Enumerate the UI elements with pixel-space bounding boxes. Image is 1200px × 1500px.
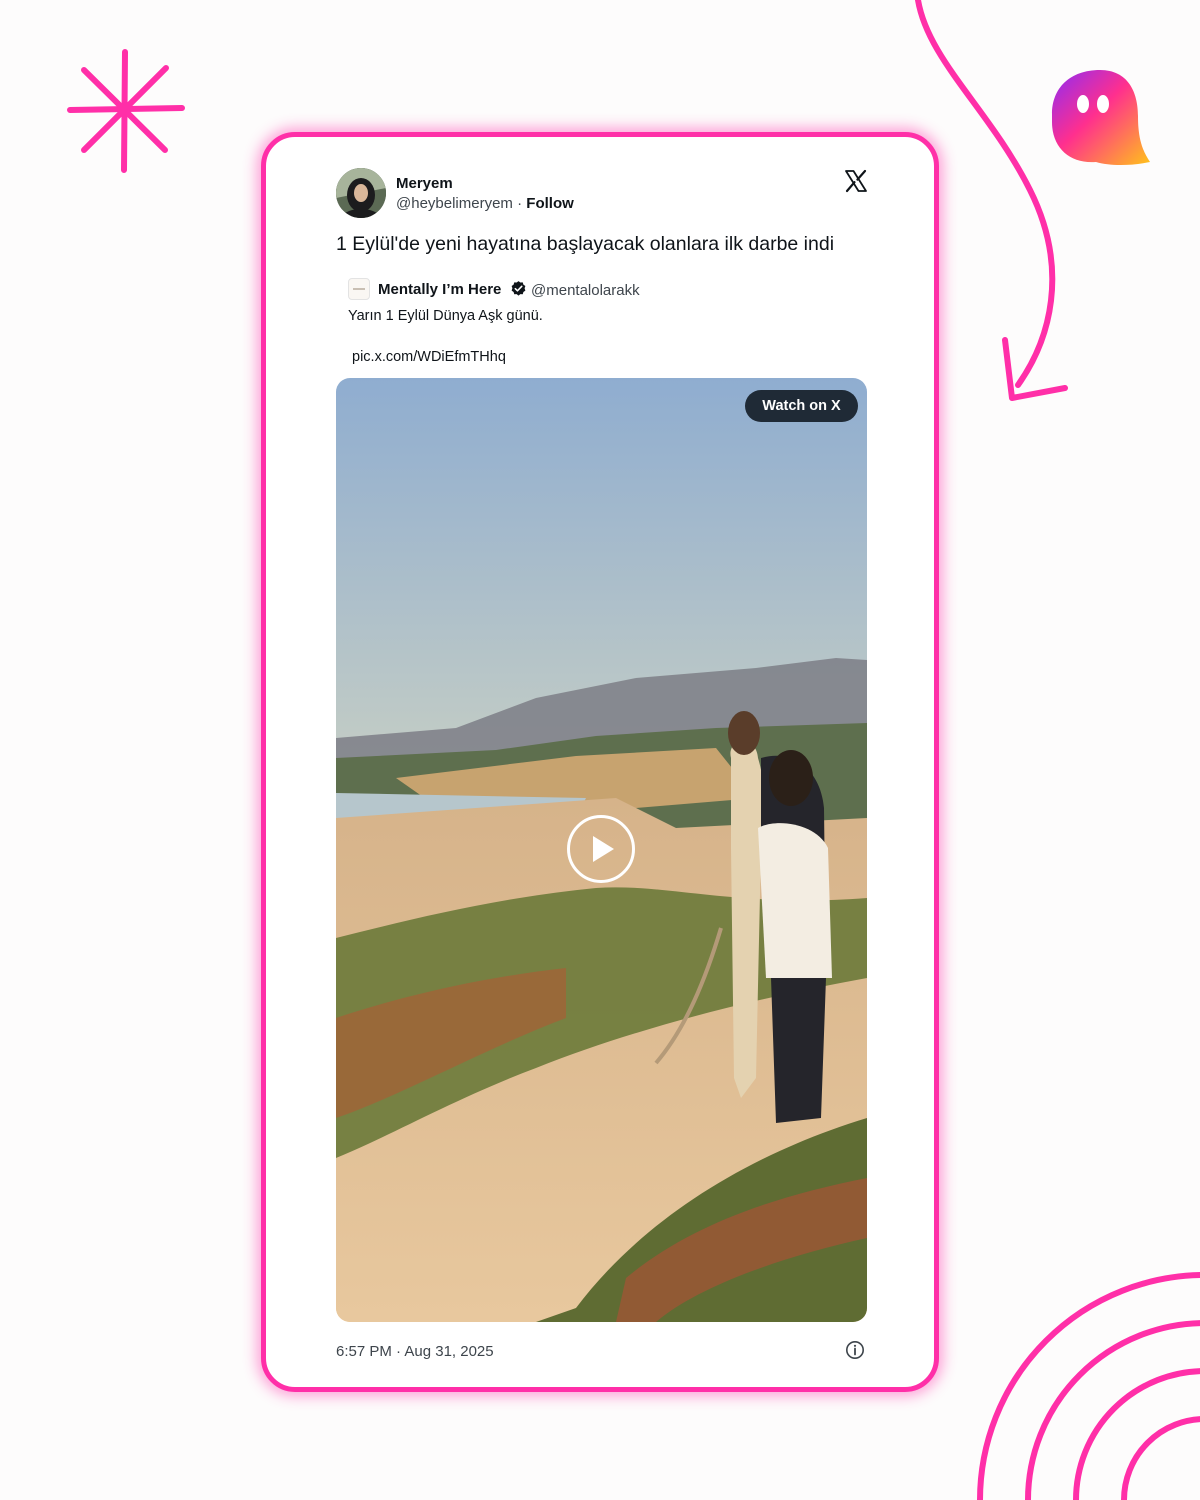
quoted-avatar[interactable] — [348, 278, 370, 300]
video-player[interactable]: Watch on X — [336, 378, 867, 1322]
author-meta: @heybelimeryem · Follow — [396, 195, 574, 212]
quoted-text: Yarın 1 Eylül Dünya Aşk günü. — [348, 308, 543, 324]
tweet-text: 1 Eylül'de yeni hayatına başlayacak olan… — [336, 233, 835, 255]
avatar[interactable] — [336, 168, 386, 218]
follow-button[interactable]: Follow — [526, 195, 574, 212]
quoted-author-handle[interactable]: @mentalolarakk — [531, 282, 640, 299]
play-icon — [593, 836, 614, 862]
ghost-logo — [1052, 70, 1150, 165]
play-button[interactable] — [567, 815, 635, 883]
verified-badge-icon — [511, 281, 526, 296]
tweet-timestamp[interactable]: 6:57 PM · Aug 31, 2025 — [336, 1343, 494, 1360]
separator: · — [517, 195, 523, 212]
concentric-arcs — [977, 1272, 1200, 1500]
author-name[interactable]: Meryem — [396, 175, 453, 192]
author-handle[interactable]: @heybelimeryem — [396, 195, 513, 212]
quoted-author-name[interactable]: Mentally I’m Here — [378, 281, 501, 298]
tweet-card: Meryem @heybelimeryem · Follow 1 Eylül'd… — [261, 132, 939, 1392]
watch-on-x-button[interactable]: Watch on X — [745, 390, 858, 422]
info-icon[interactable] — [845, 1340, 865, 1360]
asterisk-doodle — [67, 49, 185, 173]
media-link[interactable]: pic.x.com/WDiEfmTHhq — [352, 349, 506, 365]
x-logo-icon[interactable] — [844, 169, 868, 193]
